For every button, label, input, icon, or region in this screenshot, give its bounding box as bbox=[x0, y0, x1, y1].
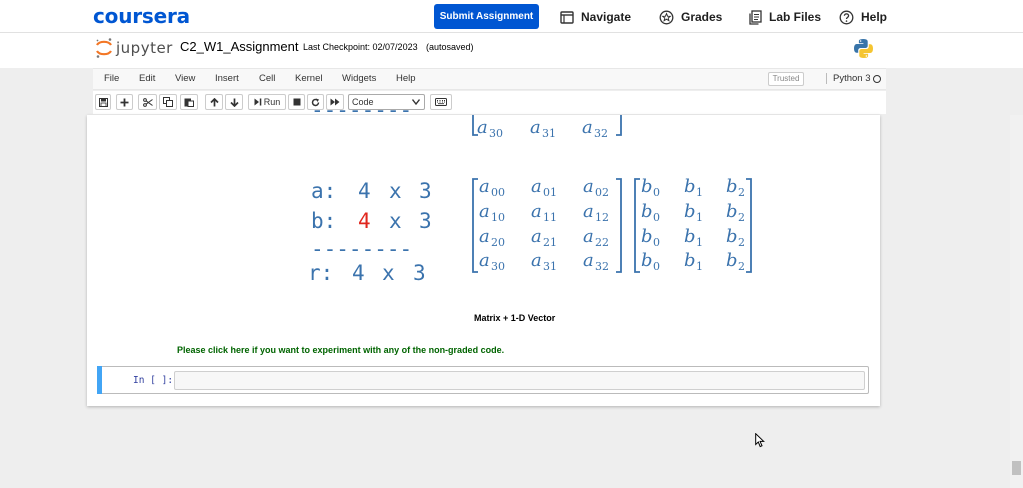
paste-button[interactable] bbox=[180, 94, 198, 110]
lab-files-icon bbox=[749, 9, 762, 25]
figure-caption: Matrix + 1-D Vector bbox=[474, 313, 556, 323]
jupyter-toolbar: Run Code bbox=[93, 91, 886, 114]
refresh-icon bbox=[311, 98, 320, 106]
copy-button[interactable] bbox=[159, 94, 177, 110]
grades-label: Grades bbox=[681, 10, 723, 24]
kernel-status-icon bbox=[873, 75, 881, 83]
keyboard-icon bbox=[435, 98, 447, 106]
save-button[interactable] bbox=[95, 94, 111, 110]
jupyter-logo[interactable]: jupyter bbox=[95, 37, 173, 59]
cut-button[interactable] bbox=[138, 94, 157, 110]
move-down-button[interactable] bbox=[225, 94, 243, 110]
scrollbar-thumb[interactable] bbox=[1012, 461, 1021, 475]
menu-help[interactable]: Help bbox=[396, 73, 416, 84]
jupyter-menubar: File Edit View Insert Cell Kernel Widget… bbox=[93, 68, 886, 90]
run-label: Run bbox=[263, 97, 281, 107]
jupyter-logo-text: jupyter bbox=[116, 39, 173, 57]
run-button[interactable]: Run bbox=[248, 94, 286, 110]
restart-button[interactable] bbox=[307, 94, 324, 110]
last-checkpoint: Last Checkpoint: 02/07/2023 bbox=[303, 42, 418, 52]
menu-insert[interactable]: Insert bbox=[215, 73, 239, 84]
menu-cell[interactable]: Cell bbox=[259, 73, 275, 84]
paste-icon bbox=[184, 98, 194, 107]
lab-files-link[interactable]: Lab Files bbox=[749, 8, 821, 26]
insert-cell-button[interactable] bbox=[116, 94, 133, 110]
experiment-link[interactable]: Please click here if you want to experim… bbox=[177, 345, 504, 355]
cell-selected-indicator bbox=[97, 366, 102, 394]
coursera-header: coursera Submit Assignment Navigate Grad… bbox=[0, 0, 1023, 33]
arrow-up-icon bbox=[209, 97, 219, 106]
copy-icon bbox=[163, 97, 173, 107]
notebook-name[interactable]: C2_W1_Assignment bbox=[180, 39, 299, 54]
submit-assignment-button[interactable]: Submit Assignment bbox=[434, 4, 539, 29]
cell-type-value: Code bbox=[352, 97, 374, 107]
autosave-status: (autosaved) bbox=[426, 42, 474, 52]
chevron-down-icon bbox=[412, 99, 420, 105]
menu-file[interactable]: File bbox=[104, 73, 119, 84]
cell-type-select[interactable]: Code bbox=[348, 94, 425, 110]
stop-icon bbox=[293, 98, 300, 106]
save-icon bbox=[98, 97, 108, 107]
navigate-link[interactable]: Navigate bbox=[560, 8, 631, 26]
notebook-container bbox=[87, 115, 880, 406]
grades-icon bbox=[659, 10, 674, 24]
lab-files-label: Lab Files bbox=[769, 10, 822, 24]
menu-edit[interactable]: Edit bbox=[139, 73, 155, 84]
mouse-cursor-icon bbox=[755, 433, 765, 448]
grades-link[interactable]: Grades bbox=[659, 8, 722, 26]
menu-kernel[interactable]: Kernel bbox=[295, 73, 322, 84]
cell-prompt: In [ ]: bbox=[133, 375, 174, 386]
step-forward-icon bbox=[254, 98, 262, 106]
menu-view[interactable]: View bbox=[175, 73, 195, 84]
fast-forward-icon bbox=[330, 98, 340, 106]
navigate-label: Navigate bbox=[581, 10, 632, 24]
coursera-logo[interactable]: coursera bbox=[93, 4, 190, 28]
command-palette-button[interactable] bbox=[430, 94, 452, 110]
jupyter-logo-icon bbox=[96, 38, 112, 58]
kernel-name[interactable]: Python 3 bbox=[826, 73, 871, 84]
page-scrollbar[interactable] bbox=[1010, 115, 1023, 488]
help-label: Help bbox=[861, 10, 888, 24]
python-logo-icon bbox=[854, 39, 873, 58]
menu-widgets[interactable]: Widgets bbox=[342, 73, 376, 84]
arrow-down-icon bbox=[229, 98, 239, 107]
help-link[interactable]: Help bbox=[839, 8, 887, 26]
interrupt-button[interactable] bbox=[288, 94, 305, 110]
restart-run-all-button[interactable] bbox=[326, 94, 344, 110]
scissors-icon bbox=[142, 97, 153, 107]
plus-icon bbox=[120, 98, 129, 106]
code-editor[interactable] bbox=[174, 371, 865, 390]
help-icon bbox=[839, 10, 854, 24]
jupyter-header: jupyter C2_W1_Assignment Last Checkpoint… bbox=[0, 33, 1023, 68]
move-up-button[interactable] bbox=[205, 94, 223, 110]
code-cell[interactable]: In [ ]: bbox=[97, 366, 869, 394]
trusted-badge[interactable]: Trusted bbox=[768, 72, 804, 86]
navigate-icon bbox=[560, 10, 574, 24]
